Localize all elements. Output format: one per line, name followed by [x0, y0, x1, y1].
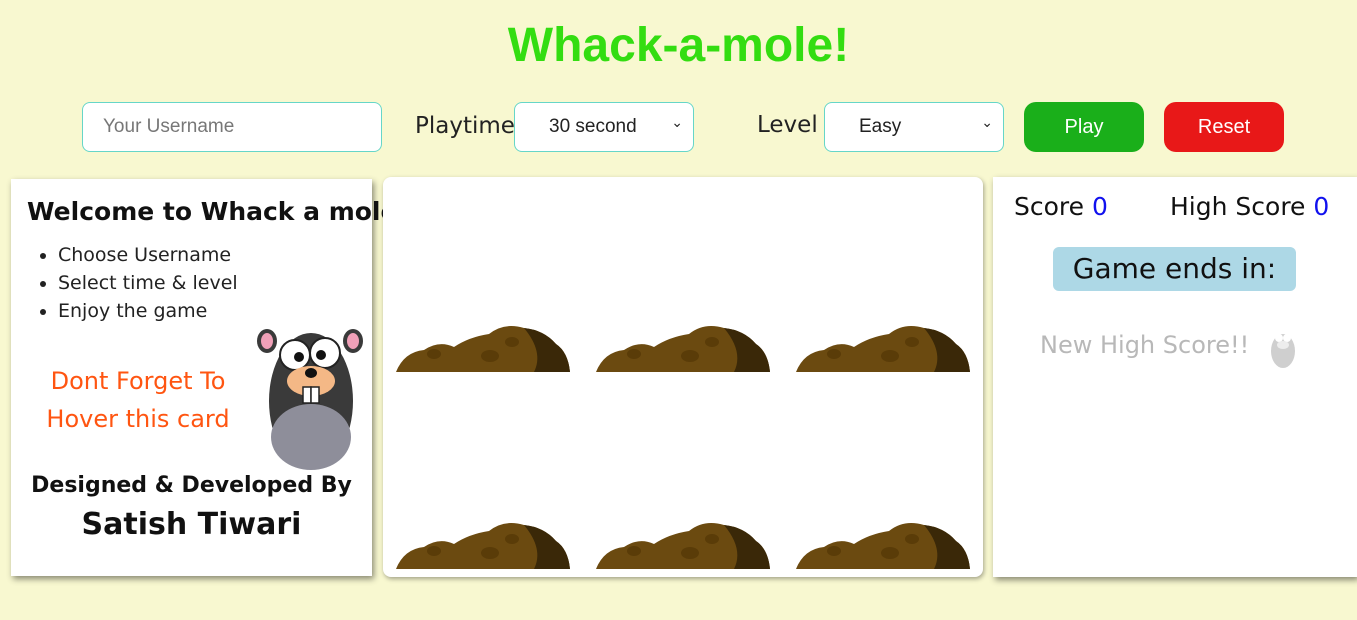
new-high-score-label: New High Score!!: [1040, 331, 1250, 359]
playtime-label: Playtime: [415, 113, 515, 139]
step-item: Choose Username: [58, 241, 238, 269]
dirt-mound-icon[interactable]: [794, 322, 972, 376]
info-card[interactable]: Welcome to Whack a mole Choose Username …: [11, 179, 397, 576]
mole-icon: [257, 329, 363, 470]
high-score-display: High Score 0: [1170, 192, 1329, 221]
welcome-heading: Welcome to Whack a mole: [27, 197, 398, 226]
level-value: Easy: [859, 116, 902, 137]
score-value: 0: [1091, 192, 1108, 221]
scoreboard-card: Score 0 High Score 0 Game ends in: New H…: [993, 177, 1357, 577]
dirt-mound-icon[interactable]: [594, 519, 772, 573]
game-title: Whack-a-mole!: [507, 19, 850, 72]
score-label: Score: [1014, 192, 1085, 221]
designed-by-label: Designed & Developed By: [31, 473, 352, 498]
dirt-mound-icon[interactable]: [394, 519, 572, 573]
dirt-mound-icon[interactable]: [394, 322, 572, 376]
playtime-select[interactable]: 30 second ⌄: [514, 102, 694, 152]
score-display: Score 0: [1014, 192, 1108, 221]
author-name: Satish Tiwari: [81, 507, 302, 542]
username-input[interactable]: [82, 102, 382, 152]
step-item: Select time & level: [58, 269, 238, 297]
small-mole-icon: [1271, 334, 1295, 368]
game-timer-label: Game ends in:: [1053, 247, 1296, 291]
level-select[interactable]: Easy ⌄: [824, 102, 1004, 152]
high-score-value: 0: [1313, 192, 1330, 221]
dirt-mound-icon[interactable]: [794, 519, 972, 573]
playtime-value: 30 second: [549, 116, 637, 137]
level-label: Level: [757, 112, 818, 138]
high-score-label: High Score: [1170, 192, 1306, 221]
hover-note: Dont Forget To Hover this card: [46, 367, 230, 433]
chevron-down-icon: ⌄: [671, 114, 683, 130]
dirt-mound-icon[interactable]: [594, 322, 772, 376]
reset-button[interactable]: Reset: [1164, 102, 1284, 152]
game-board: [383, 177, 983, 577]
steps-list: Choose Username Select time & level Enjo…: [26, 241, 238, 325]
chevron-down-icon: ⌄: [981, 114, 993, 130]
play-button[interactable]: Play: [1024, 102, 1144, 152]
step-item: Enjoy the game: [58, 297, 238, 325]
